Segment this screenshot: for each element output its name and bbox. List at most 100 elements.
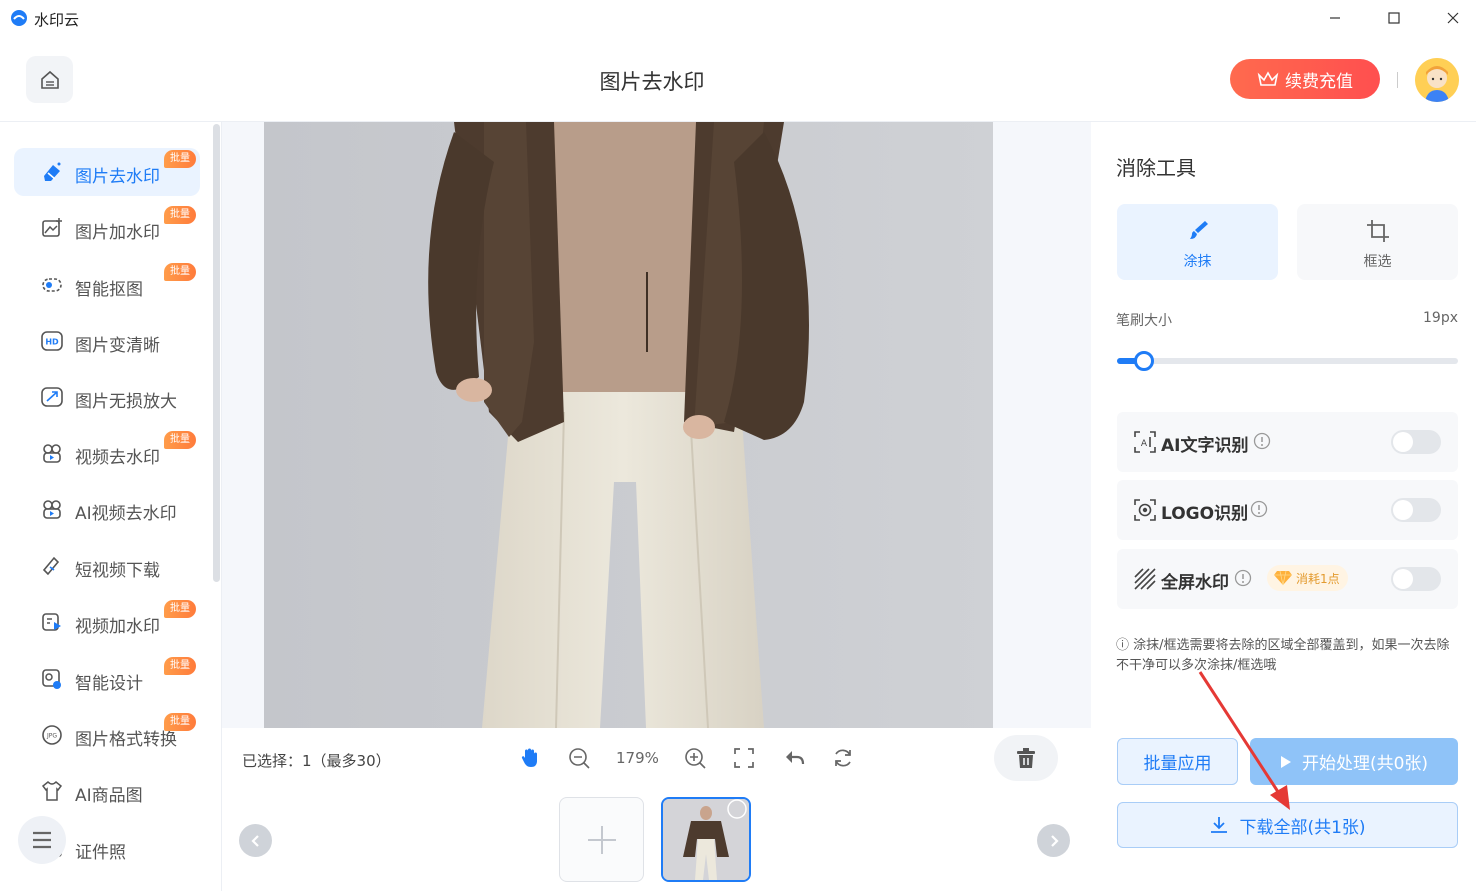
logo-detect-icon: [1134, 499, 1156, 521]
download-icon: [1211, 817, 1228, 833]
sidebar-item-label: 视频去水印: [75, 448, 160, 468]
sidebar: 图片去水印 批量 图片加水印 批量 智能抠图 批量 HD 图片变清晰 图片无损放…: [0, 122, 222, 891]
close-icon: [1447, 12, 1459, 24]
next-thumbnail-button[interactable]: [1037, 824, 1070, 857]
app-title: 水印云: [34, 11, 80, 29]
info-icon[interactable]: [1253, 432, 1271, 450]
sidebar-item-add-watermark[interactable]: 图片加水印 批量: [14, 204, 200, 252]
image-canvas[interactable]: [222, 122, 1091, 728]
download-all-label: 下载全部(共1张): [1239, 817, 1366, 838]
option-label: AI文字识别: [1161, 436, 1249, 456]
sidebar-item-label: 智能设计: [75, 674, 143, 694]
chevron-left-icon: [250, 834, 259, 847]
info-icon[interactable]: [1234, 569, 1252, 587]
undo-button[interactable]: [780, 744, 808, 772]
maximize-icon: [1388, 12, 1400, 24]
sidebar-item-label: 图片加水印: [75, 223, 160, 243]
zoom-level: 179%: [616, 749, 659, 767]
start-processing-label: 开始处理(共0张): [1301, 754, 1429, 774]
chevron-right-icon: [1050, 834, 1059, 847]
sidebar-item-smart-cutout[interactable]: 智能抠图 批量: [14, 261, 200, 309]
trash-icon: [1017, 748, 1035, 768]
sidebar-item-label: 视频加水印: [75, 617, 160, 637]
sidebar-item-label: 智能抠图: [75, 280, 143, 300]
minimize-icon: [1330, 17, 1340, 19]
ai-video-icon: [43, 500, 61, 519]
thumbnail-strip: [222, 790, 1091, 891]
video-icon: [43, 444, 61, 463]
fit-screen-button[interactable]: [730, 744, 758, 772]
image-thumbnail[interactable]: [661, 797, 751, 882]
reset-button[interactable]: [829, 744, 857, 772]
eraser-icon: [44, 162, 61, 181]
play-icon: [1280, 755, 1291, 768]
ai-text-icon: A: [1134, 431, 1156, 453]
maximize-button[interactable]: [1379, 6, 1409, 30]
brush-size-value: 19px: [1423, 310, 1458, 326]
sidebar-item-enlarge[interactable]: 图片无损放大: [14, 373, 200, 421]
fullscreen-watermark-icon: [1134, 568, 1156, 590]
pan-tool-button[interactable]: [516, 744, 544, 772]
logo-toggle[interactable]: [1391, 498, 1441, 522]
hand-icon: [521, 748, 537, 767]
refresh-icon: [835, 749, 851, 767]
sidebar-item-sharpen[interactable]: HD 图片变清晰: [14, 317, 200, 365]
zoom-in-button[interactable]: [681, 744, 709, 772]
sidebar-item-video-remove[interactable]: 视频去水印 批量: [14, 429, 200, 477]
slider-handle[interactable]: [1134, 351, 1155, 371]
fullscreen-watermark-toggle[interactable]: [1391, 567, 1441, 591]
sidebar-item-smart-design[interactable]: 智能设计 批量: [14, 655, 200, 703]
design-icon: [42, 669, 61, 689]
ai-text-toggle[interactable]: [1391, 430, 1441, 454]
avatar[interactable]: [1415, 58, 1459, 102]
undo-icon: [786, 751, 805, 765]
enlarge-icon: [41, 387, 63, 407]
tool-brush-label: 涂抹: [1183, 254, 1212, 270]
renew-button[interactable]: 续费充值: [1230, 59, 1380, 99]
usage-tip: ⓘ 涂抹/框选需要将去除的区域全部覆盖到，如果一次去除不干净可以多次涂抹/框选哦: [1116, 638, 1450, 673]
sidebar-item-ai-product[interactable]: AI商品图: [14, 767, 200, 815]
preview-image[interactable]: [264, 122, 993, 728]
header-divider: [1397, 72, 1398, 88]
batch-badge: 批量: [164, 431, 196, 449]
sidebar-item-label: 图片去水印: [75, 167, 160, 187]
option-label: LOGO识别: [1161, 504, 1249, 524]
tool-box-select[interactable]: 框选: [1297, 204, 1458, 280]
zoom-out-button[interactable]: [565, 744, 593, 772]
cost-badge: 消耗1点: [1267, 565, 1348, 591]
sidebar-item-label: AI商品图: [75, 786, 143, 806]
start-processing-button[interactable]: 开始处理(共0张): [1250, 738, 1458, 785]
option-label: 全屏水印: [1161, 573, 1229, 593]
delete-button[interactable]: [994, 735, 1058, 781]
link-icon: [42, 556, 60, 576]
batch-badge: 批量: [164, 206, 196, 224]
sidebar-item-format-convert[interactable]: JPG 图片格式转换 批量: [14, 711, 200, 759]
svg-text:A: A: [1141, 439, 1148, 449]
batch-apply-button[interactable]: 批量应用: [1117, 738, 1238, 785]
brush-size-slider[interactable]: [1117, 351, 1458, 371]
tool-brush[interactable]: 涂抹: [1117, 204, 1278, 280]
sidebar-item-label: AI视频去水印: [75, 504, 177, 524]
batch-badge: 批量: [164, 263, 196, 281]
svg-text:HD: HD: [45, 338, 59, 347]
download-all-button[interactable]: 下载全部(共1张): [1117, 802, 1458, 848]
sidebar-item-ai-video-remove[interactable]: AI视频去水印: [14, 485, 200, 533]
image-add-icon: [42, 218, 62, 237]
info-icon[interactable]: [1250, 500, 1268, 518]
crop-icon: [1367, 220, 1389, 242]
header: 图片去水印 续费充值: [0, 36, 1476, 122]
sidebar-scrollbar[interactable]: [213, 124, 220, 582]
batch-badge: 批量: [164, 657, 196, 675]
jpg-icon: JPG: [42, 725, 62, 745]
collapse-menu-button[interactable]: [18, 816, 66, 864]
close-button[interactable]: [1438, 6, 1468, 30]
sidebar-item-label: 图片格式转换: [75, 730, 177, 750]
sidebar-item-short-video-download[interactable]: 短视频下载: [14, 542, 200, 590]
minimize-button[interactable]: [1320, 6, 1350, 30]
sidebar-item-remove-watermark[interactable]: 图片去水印 批量: [14, 148, 200, 196]
sidebar-item-label: 短视频下载: [75, 561, 160, 581]
add-image-button[interactable]: [559, 797, 644, 882]
prev-thumbnail-button[interactable]: [239, 824, 272, 857]
zoom-out-icon: [569, 748, 590, 769]
sidebar-item-video-add[interactable]: 视频加水印 批量: [14, 598, 200, 646]
